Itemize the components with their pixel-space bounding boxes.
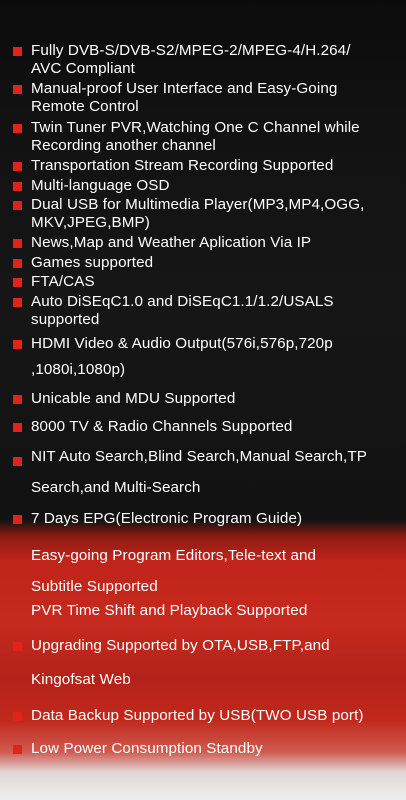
- feature-text: HDMI Video & Audio Output(576i,576p,720p: [31, 335, 333, 352]
- feature-text: Fully DVB-S/DVB-S2/MPEG-2/MPEG-4/H.264/: [31, 42, 351, 59]
- feature-text: Data Backup Supported by USB(TWO USB por…: [31, 707, 364, 724]
- feature-text: Dual USB for Multimedia Player(MP3,MP4,O…: [31, 196, 365, 213]
- feature-text: AVC Compliant: [31, 60, 135, 77]
- bullet-icon: [13, 340, 22, 349]
- bullet-icon: [13, 278, 22, 287]
- bullet-icon: [13, 642, 22, 651]
- bullet-icon: [13, 182, 22, 191]
- feature-text: NIT Auto Search,Blind Search,Manual Sear…: [31, 448, 367, 465]
- feature-text: Multi-language OSD: [31, 177, 170, 194]
- bullet-icon: [13, 712, 22, 721]
- feature-text: Unicable and MDU Supported: [31, 390, 236, 407]
- bullet-icon: [13, 201, 22, 210]
- feature-text: News,Map and Weather Aplication Via IP: [31, 234, 312, 251]
- bullet-icon: [13, 745, 22, 754]
- feature-text: Games supported: [31, 254, 154, 271]
- feature-text: supported: [31, 311, 100, 328]
- feature-panel: Fully DVB-S/DVB-S2/MPEG-2/MPEG-4/H.264/ …: [0, 0, 406, 800]
- feature-text: Low Power Consumption Standby: [31, 740, 263, 757]
- bullet-icon: [13, 395, 22, 404]
- feature-text: Auto DiSEqC1.0 and DiSEqC1.1/1.2/USALS: [31, 293, 334, 310]
- feature-text: Subtitle Supported: [31, 578, 158, 595]
- feature-text: Transportation Stream Recording Supporte…: [31, 157, 334, 174]
- feature-text: 7 Days EPG(Electronic Program Guide): [31, 510, 303, 527]
- feature-text: Upgrading Supported by OTA,USB,FTP,and: [31, 637, 330, 654]
- feature-text: PVR Time Shift and Playback Supported: [31, 602, 308, 619]
- bullet-icon: [13, 515, 22, 524]
- bullet-icon: [13, 423, 22, 432]
- bullet-icon: [13, 85, 22, 94]
- bullet-icon: [13, 259, 22, 268]
- bullet-icon: [13, 239, 22, 248]
- bullet-icon: [13, 47, 22, 56]
- bullet-icon: [13, 124, 22, 133]
- bullet-icon: [13, 298, 22, 307]
- feature-text: 8000 TV & Radio Channels Supported: [31, 418, 293, 435]
- feature-text: MKV,JPEG,BMP): [31, 214, 150, 231]
- bullet-icon: [13, 457, 22, 466]
- feature-text: FTA/CAS: [31, 273, 95, 290]
- feature-text: Remote Control: [31, 98, 139, 115]
- feature-text: Search,and Multi-Search: [31, 479, 201, 496]
- feature-text: ,1080i,1080p): [31, 361, 126, 378]
- feature-text: Twin Tuner PVR,Watching One C Channel wh…: [31, 119, 360, 136]
- bullet-icon: [13, 162, 22, 171]
- feature-text: Kingofsat Web: [31, 671, 131, 688]
- feature-text: Recording another channel: [31, 137, 216, 154]
- feature-text: Easy-going Program Editors,Tele-text and: [31, 547, 317, 564]
- feature-text: Manual-proof User Interface and Easy-Goi…: [31, 80, 338, 97]
